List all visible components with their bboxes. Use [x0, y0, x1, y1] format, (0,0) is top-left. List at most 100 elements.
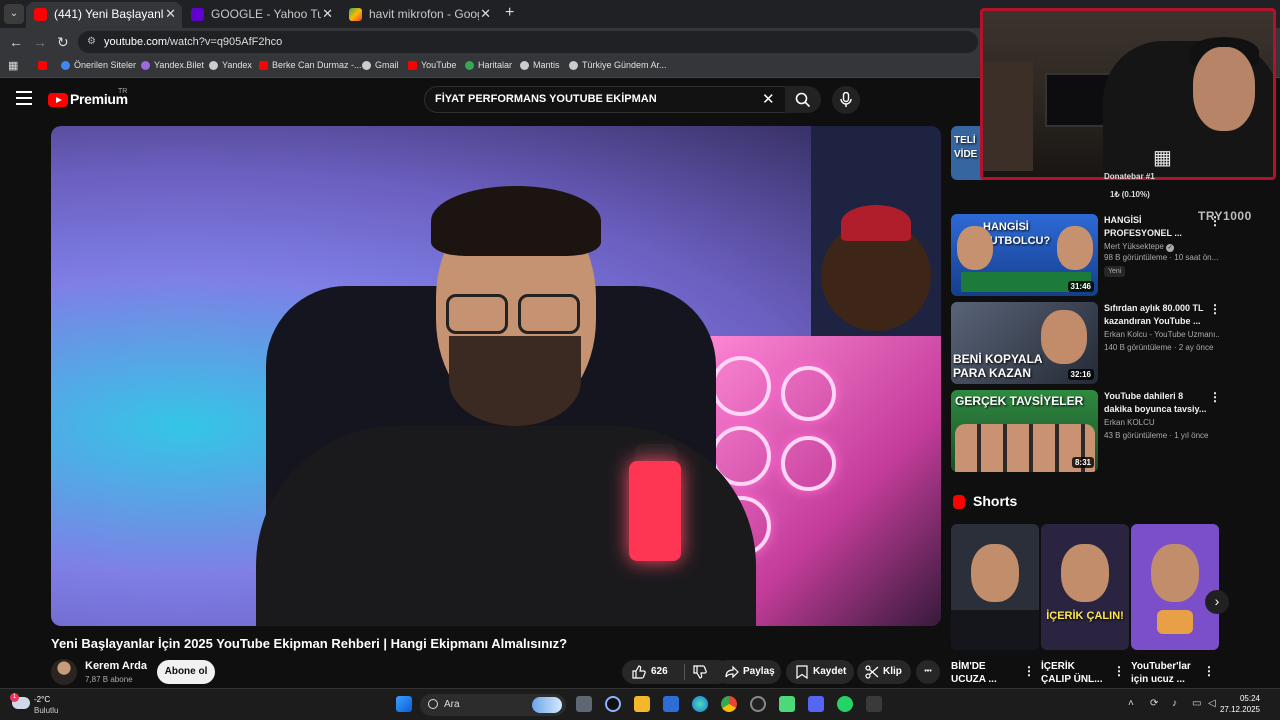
recommendations-sidebar: TELİ VİDE HANGİSİ FUTBOLCU? 31:46 HANGİS…	[951, 122, 1280, 692]
mic-tray-icon[interactable]: ♪	[1172, 698, 1177, 709]
recommendation-title[interactable]: Sıfırdan aylık 80.000 TL kazandıran YouT…	[1104, 302, 1209, 328]
shorts-next-arrow-icon[interactable]: ›	[1205, 590, 1229, 614]
tab-close-icon[interactable]: ✕	[480, 2, 491, 26]
more-options-icon[interactable]: ⋮	[1113, 664, 1125, 678]
verified-check-icon: ✓	[1166, 244, 1175, 252]
weather-widget[interactable]: 1 -2°C Bulutlu	[10, 693, 92, 717]
taskbar-search[interactable]: Ara	[420, 694, 566, 716]
back-arrow-icon[interactable]: ←	[9, 34, 23, 50]
clock-date: 27.12.2025	[1219, 705, 1260, 714]
channel-row: Kerem Arda 7,87 B abone Abone ol 626 Pay…	[51, 658, 940, 688]
bookmark-item[interactable]: Türkiye Gündem Ar...	[569, 60, 667, 70]
recommendation-card[interactable]: BENİ KOPYALA PARA KAZAN 32:16 Sıfırdan a…	[951, 302, 1280, 384]
store-icon[interactable]	[663, 696, 679, 712]
recommendation-title[interactable]: YouTube dahileri 8 dakika boyunca tavsiy…	[1104, 390, 1209, 416]
short-card[interactable]: İÇERİK ÇALIN!	[1041, 524, 1129, 650]
more-options-icon[interactable]: ⋮	[1023, 664, 1035, 678]
new-tab-button[interactable]: +	[505, 4, 514, 22]
bookmark-item[interactable]: Gmail	[362, 60, 399, 70]
recommendation-meta: 98 B görüntüleme · 10 saat ön...	[1104, 253, 1219, 262]
tray-chevron-icon[interactable]: ˄	[1128, 698, 1134, 709]
short-card[interactable]	[951, 524, 1039, 650]
app-icon[interactable]	[779, 696, 795, 712]
site-info-icon[interactable]: ⚙	[87, 31, 96, 53]
short-card[interactable]	[1131, 524, 1219, 650]
thumbnail[interactable]: BENİ KOPYALA PARA KAZAN 32:16	[951, 302, 1098, 384]
like-count[interactable]: 626	[651, 660, 668, 684]
recommendation-card[interactable]: HANGİSİ FUTBOLCU? 31:46 HANGİSİ PROFESYO…	[951, 214, 1280, 296]
bookmark-item[interactable]: Yandex	[209, 60, 252, 70]
forward-arrow-icon[interactable]: →	[33, 34, 47, 50]
whatsapp-icon[interactable]	[837, 696, 853, 712]
streamer	[1193, 47, 1255, 131]
obs-icon[interactable]	[750, 696, 766, 712]
chrome-icon[interactable]	[721, 696, 737, 712]
recommendation-channel[interactable]: Mert Yüksektepe ✓	[1104, 242, 1219, 252]
bookmark-item[interactable]: Mantis	[520, 60, 560, 70]
apps-grid-icon[interactable]: ▦	[8, 59, 18, 72]
windows-start-icon[interactable]	[396, 696, 412, 712]
like-dislike-group: 626	[622, 660, 730, 684]
url-field[interactable]: ⚙ youtube.com/watch?v=q905AfF2hco	[78, 31, 978, 53]
tab-yahoo[interactable]: GOOGLE - Yahoo Turkey Arama ✕	[183, 2, 339, 28]
thumbs-down-icon[interactable]	[693, 665, 707, 679]
temperature: -2°C	[34, 695, 51, 704]
bookmark-item[interactable]: Berke Can Durmaz -...	[259, 60, 362, 70]
sync-icon[interactable]: ⟳	[1150, 698, 1158, 709]
file-explorer-icon[interactable]	[634, 696, 650, 712]
short-title[interactable]: YouTuber'lar için ucuz ...	[1131, 660, 1197, 686]
tab-search-chevron-icon[interactable]: ⌄	[4, 4, 24, 24]
clear-search-icon[interactable]: ✕	[762, 90, 775, 108]
microphone	[629, 461, 681, 561]
search-input[interactable]: FİYAT PERFORMANS YOUTUBE EKİPMAN	[424, 86, 786, 113]
tab-youtube[interactable]: (441) Yeni Başlayanlar İçin 2025 ✕	[26, 2, 182, 28]
donate-bar-value: 1₺ (0.10%)	[1110, 190, 1150, 199]
menu-hamburger-icon[interactable]	[16, 91, 32, 105]
voice-search-button[interactable]	[832, 86, 860, 114]
app-icon[interactable]	[866, 696, 882, 712]
clock[interactable]: 05:24 27.12.2025	[1220, 693, 1260, 715]
recommendation-channel[interactable]: Erkan KOLCU	[1104, 418, 1219, 427]
thumbnail[interactable]: GERÇEK TAVSİYELER 8:31	[951, 390, 1098, 472]
task-view-icon[interactable]	[576, 696, 592, 712]
edge-icon[interactable]	[692, 696, 708, 712]
bookmark-item[interactable]: YouTube	[408, 60, 456, 70]
recommendation-card[interactable]: GERÇEK TAVSİYELER 8:31 YouTube dahileri …	[951, 390, 1280, 472]
bookmark-item[interactable]: Yandex.Bilet	[141, 60, 204, 70]
share-button[interactable]: Paylaş	[715, 660, 781, 684]
tab-close-icon[interactable]: ✕	[322, 2, 333, 26]
thumbnail[interactable]: HANGİSİ FUTBOLCU? 31:46	[951, 214, 1098, 296]
more-options-icon[interactable]: ⋮	[1209, 302, 1221, 316]
thumbs-up-icon[interactable]	[632, 665, 646, 679]
youtube-favicon-icon	[34, 8, 47, 21]
weather-desc: Bulutlu	[34, 706, 59, 715]
clip-button[interactable]: Klip	[857, 660, 911, 684]
new-badge: Yeni	[1104, 266, 1126, 277]
short-title[interactable]: BİM'DE UCUZA ...	[951, 660, 1017, 686]
save-button[interactable]: Kaydet	[786, 660, 854, 684]
more-actions-button[interactable]: •••	[916, 660, 940, 684]
bookmark-item[interactable]: Haritalar	[465, 60, 512, 70]
discord-icon[interactable]	[808, 696, 824, 712]
subscribe-button[interactable]: Abone ol	[157, 660, 215, 684]
youtube-header: Premium TR FİYAT PERFORMANS YOUTUBE EKİP…	[0, 80, 980, 120]
volume-icon[interactable]: ◁	[1208, 698, 1216, 709]
channel-avatar[interactable]	[51, 659, 77, 685]
copilot-icon[interactable]	[605, 696, 621, 712]
subscriber-count: 7,87 B abone	[85, 675, 133, 684]
reload-icon[interactable]: ↻	[57, 34, 69, 51]
short-title[interactable]: İÇERİK ÇALIP ÜNL...	[1041, 660, 1107, 686]
search-button[interactable]	[785, 86, 821, 113]
recommendation-title[interactable]: HANGİSİ PROFESYONEL ...	[1104, 214, 1209, 240]
more-options-icon[interactable]: ⋮	[1203, 664, 1215, 678]
recommendation-channel[interactable]: Erkan Kolcu - YouTube Uzmanı...	[1104, 330, 1219, 339]
video-player[interactable]	[51, 126, 941, 626]
share-arrow-icon	[725, 665, 739, 679]
more-options-icon[interactable]: ⋮	[1209, 390, 1221, 404]
tab-close-icon[interactable]: ✕	[165, 2, 176, 26]
channel-name[interactable]: Kerem Arda	[85, 660, 147, 672]
network-icon[interactable]: ▭	[1192, 698, 1201, 709]
youtube-play-icon	[48, 93, 68, 107]
tab-google-shopping[interactable]: havit mikrofon - Google Alışver ✕	[341, 2, 497, 28]
bookmark-item[interactable]: Önerilen Siteler	[61, 60, 136, 70]
